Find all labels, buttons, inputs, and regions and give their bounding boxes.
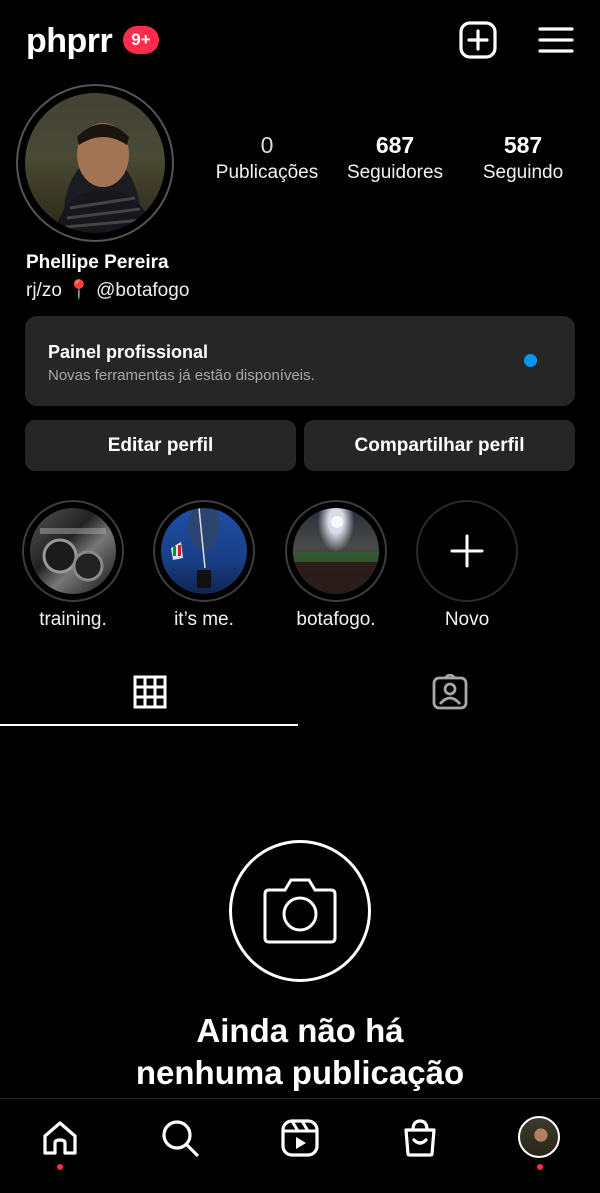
bio-handle-link[interactable]: @botafogo xyxy=(96,280,189,301)
location-pin-icon: 📍 xyxy=(67,280,91,301)
empty-state-message: Ainda não há nenhuma publicação xyxy=(0,1010,600,1094)
tab-tagged[interactable] xyxy=(300,664,600,726)
new-indicator-dot xyxy=(524,354,537,367)
highlight-label: it’s me. xyxy=(174,609,234,630)
highlight-its-me[interactable]: it’s me. xyxy=(152,500,256,631)
following-label: Seguindo xyxy=(482,162,564,183)
top-header: phprr 9+ xyxy=(0,0,600,84)
nav-search[interactable] xyxy=(160,1118,204,1162)
highlight-ring xyxy=(416,500,518,602)
new-highlight-button[interactable]: Novo xyxy=(415,500,519,631)
bio-text: rj/zo xyxy=(26,280,62,301)
notification-badge[interactable]: 9+ xyxy=(123,26,159,54)
profile-avatar[interactable] xyxy=(25,93,165,233)
shopping-bag-icon xyxy=(404,1119,436,1157)
plus-square-icon xyxy=(459,21,497,59)
home-icon xyxy=(43,1121,77,1155)
highlight-cover xyxy=(293,508,379,594)
nav-profile-avatar[interactable] xyxy=(518,1116,560,1158)
highlight-ring xyxy=(285,500,387,602)
nav-reels[interactable] xyxy=(280,1118,324,1162)
tab-posts-grid[interactable] xyxy=(0,664,300,726)
profile-bio: rj/zo 📍 @botafogo xyxy=(26,278,189,302)
followers-value: 687 xyxy=(375,132,415,158)
plus-icon xyxy=(450,534,484,568)
highlight-cover xyxy=(161,508,247,594)
posts-value: 0 xyxy=(260,132,274,158)
grid-icon xyxy=(133,675,167,709)
share-profile-button[interactable]: Compartilhar perfil xyxy=(304,420,575,471)
panel-title: Painel profissional xyxy=(48,342,209,362)
empty-state-line2: nenhuma publicação xyxy=(135,1054,465,1091)
following-value: 587 xyxy=(503,132,543,158)
highlight-ring xyxy=(153,500,255,602)
edit-profile-button[interactable]: Editar perfil xyxy=(25,420,296,471)
highlight-training[interactable]: training. xyxy=(21,500,125,631)
account-username[interactable]: phprr xyxy=(26,22,113,61)
highlight-label: training. xyxy=(39,609,107,630)
posts-count[interactable]: 0 Publicações xyxy=(212,132,322,184)
empty-state-line1: Ainda não há xyxy=(196,1012,404,1049)
search-icon xyxy=(162,1120,199,1157)
reels-icon xyxy=(281,1119,319,1157)
empty-state-camera-circle xyxy=(229,840,371,982)
nav-home[interactable] xyxy=(40,1118,84,1162)
highlight-ring xyxy=(22,500,124,602)
posts-label: Publicações xyxy=(215,162,319,183)
hamburger-menu-icon xyxy=(538,27,574,53)
home-notification-dot xyxy=(57,1164,63,1170)
highlight-cover xyxy=(30,508,116,594)
avatar-photo xyxy=(25,93,165,233)
camera-icon xyxy=(263,878,337,944)
active-tab-indicator xyxy=(0,724,298,726)
profile-notification-dot xyxy=(537,1164,543,1170)
create-post-button[interactable] xyxy=(458,20,498,60)
panel-subtitle: Novas ferramentas já estão disponíveis. xyxy=(48,367,315,384)
highlight-label: Novo xyxy=(444,609,490,630)
content-tabs xyxy=(0,664,600,728)
highlight-botafogo[interactable]: botafogo. xyxy=(284,500,388,631)
highlight-label: botafogo. xyxy=(296,609,376,630)
tagged-icon xyxy=(432,674,468,710)
followers-count[interactable]: 687 Seguidores xyxy=(340,132,450,184)
profile-full-name: Phellipe Pereira xyxy=(26,252,169,273)
following-count[interactable]: 587 Seguindo xyxy=(468,132,578,184)
nav-shop[interactable] xyxy=(400,1118,444,1162)
menu-button[interactable] xyxy=(536,20,576,60)
professional-dashboard-card[interactable]: Painel profissional Novas ferramentas já… xyxy=(25,316,575,406)
followers-label: Seguidores xyxy=(346,162,444,183)
